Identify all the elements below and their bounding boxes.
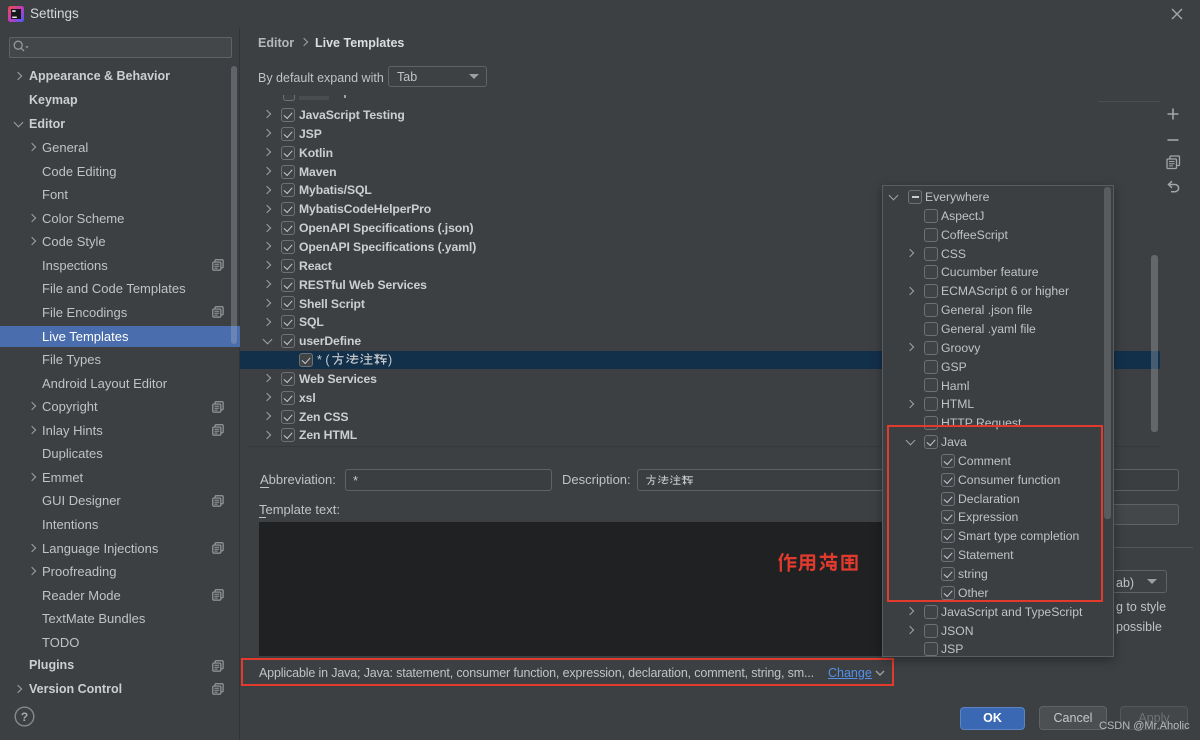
svg-text:?: ?	[21, 710, 28, 724]
